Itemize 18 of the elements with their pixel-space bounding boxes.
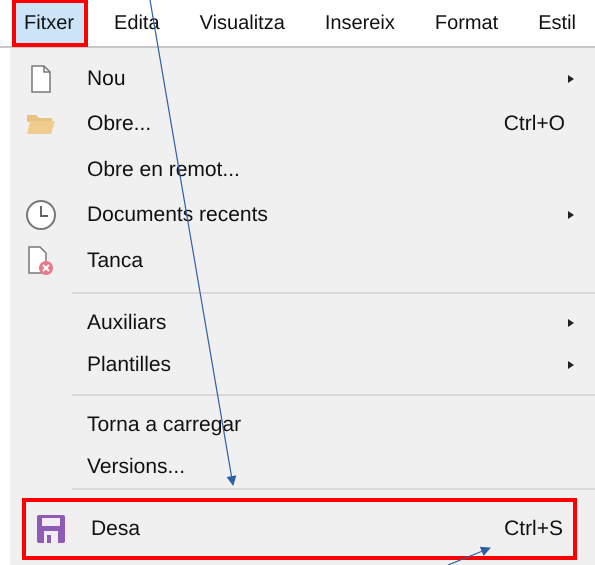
- menu-item[interactable]: Tanca: [87, 248, 595, 273]
- folder-icon: [26, 113, 56, 136]
- menu-bar-item[interactable]: Insereix: [312, 0, 409, 47]
- clock-icon: [25, 199, 57, 232]
- menu-bar-item[interactable]: Estil: [526, 0, 590, 47]
- menu-bar-item[interactable]: Visualitza: [188, 0, 299, 47]
- close-document-icon: [27, 246, 55, 276]
- menu-item[interactable]: Nou: [87, 66, 567, 91]
- menu-item[interactable]: Desa: [91, 516, 504, 540]
- page-icon: [31, 64, 51, 93]
- menu-bar-item[interactable]: Fitxer: [12, 0, 88, 47]
- menu-bar-item[interactable]: Format: [422, 0, 512, 47]
- menu-item[interactable]: Versions...: [87, 454, 595, 478]
- menu-item[interactable]: Obre...: [87, 112, 504, 136]
- menu-item[interactable]: Auxiliars: [87, 310, 567, 334]
- shortcut-label: Ctrl+O: [504, 112, 565, 136]
- shortcut-label: Ctrl+S: [504, 516, 563, 540]
- menu-item[interactable]: Plantilles: [87, 352, 567, 376]
